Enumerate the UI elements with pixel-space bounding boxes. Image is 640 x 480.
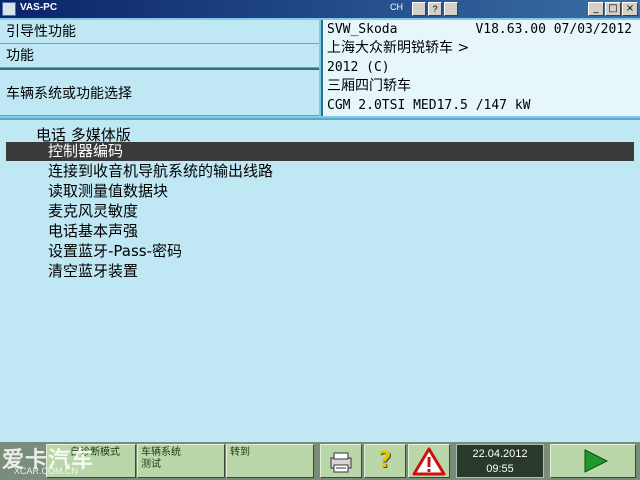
list-item[interactable]: 电话基本声强 (6, 222, 634, 241)
play-icon (584, 449, 609, 473)
list-item[interactable]: 读取测量值数据块 (6, 182, 634, 201)
watermark-url: XCAR.COM.CN (14, 466, 79, 476)
vehicle-model[interactable]: 上海大众新明锐轿车 > (327, 39, 640, 58)
app-icon (2, 2, 16, 16)
date-text: 22.04.2012 (472, 448, 528, 460)
maximize-button[interactable]: □ (605, 2, 621, 16)
date-time-display: 22.04.2012 09:55 (456, 444, 544, 478)
vehicle-year: 2012 (C) (327, 60, 390, 75)
warning-icon (412, 447, 446, 476)
header-mode-label: 引导性功能 (0, 20, 319, 44)
list-item[interactable]: 清空蓝牙装置 (6, 262, 634, 281)
printer-icon (330, 452, 352, 473)
warning-button[interactable] (408, 444, 450, 478)
bottom-toolbar: 自诊断模式 车辆系统 测试 转到 ? 22.04.2012 09:55 爱卡汽车… (0, 442, 640, 480)
header-panel: 引导性功能 功能 车辆系统或功能选择 SVW_Skoda V18.63.00 0… (0, 18, 640, 118)
function-list: 电话 多媒体版 控制器编码 连接到收音机导航系统的输出线路 读取测量值数据块 麦… (0, 118, 640, 442)
title-bar: VAS-PC CH ? _ □ × (0, 0, 640, 18)
input-language-indicator[interactable]: CH (390, 2, 412, 16)
print-button[interactable] (320, 444, 362, 478)
vehicle-body: 三厢四门轿车 (327, 78, 411, 94)
header-function-label: 功能 (0, 44, 319, 68)
vehicle-brand-line: SVW_Skoda V18.63.00 07/03/2012 (327, 20, 640, 39)
vehicle-info-panel: SVW_Skoda V18.63.00 07/03/2012 上海大众新明锐轿车… (321, 20, 640, 116)
vehicle-brand: SVW_Skoda (327, 22, 398, 37)
list-item[interactable]: 设置蓝牙-Pass-密码 (6, 242, 634, 261)
window-title: VAS-PC (20, 2, 58, 13)
tray-keyboard-icon[interactable] (412, 2, 426, 16)
list-item[interactable]: 麦克风灵敏度 (6, 202, 634, 221)
close-button[interactable]: × (622, 2, 638, 16)
time-text: 09:55 (486, 463, 514, 475)
software-version: V18.63.00 07/03/2012 (475, 22, 632, 37)
goto-button[interactable]: 转到 (226, 444, 314, 478)
vehicle-system-test-button[interactable]: 车辆系统 测试 (137, 444, 225, 478)
help-button[interactable]: ? (364, 444, 406, 478)
minimize-button[interactable]: _ (588, 2, 604, 16)
list-item-selected[interactable]: 控制器编码 (6, 142, 634, 161)
question-icon: ? (378, 448, 392, 473)
header-selection-label: 车辆系统或功能选择 (0, 68, 319, 116)
tray-help-icon[interactable]: ? (428, 2, 442, 16)
next-button[interactable] (550, 444, 636, 478)
tray-menu-icon[interactable] (444, 2, 458, 16)
vehicle-engine: CGM 2.0TSI MED17.5 /147 kW (327, 98, 531, 113)
list-item[interactable]: 连接到收音机导航系统的输出线路 (6, 162, 634, 181)
